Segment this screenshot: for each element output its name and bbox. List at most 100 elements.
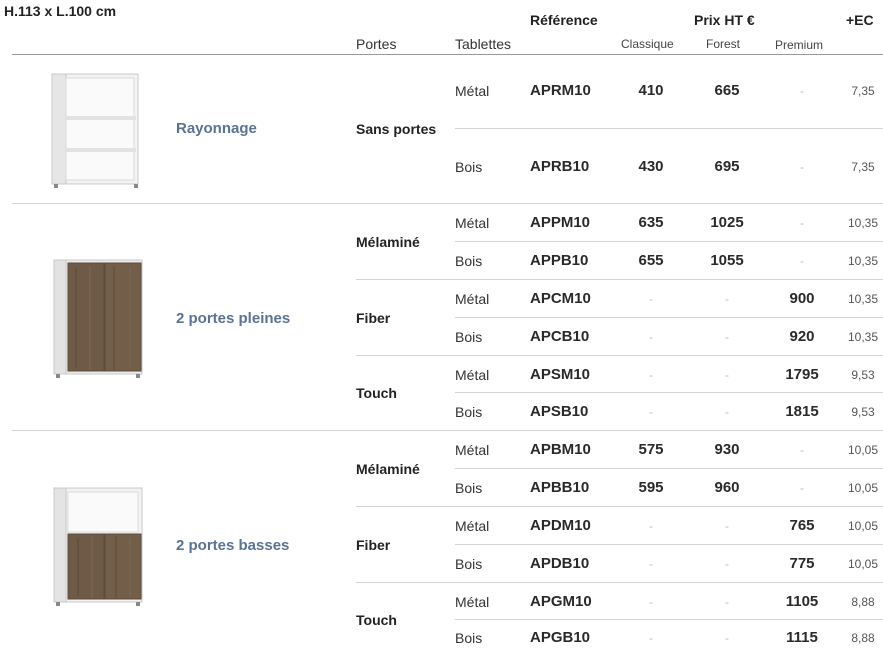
door-type: Mélaminé [356, 234, 420, 250]
shelf-type: Métal [455, 291, 490, 307]
row-divider [356, 279, 883, 280]
two-low-doors-cabinet-image [53, 487, 143, 606]
product-name: Rayonnage [176, 120, 257, 137]
ec-value: 8,88 [851, 595, 875, 609]
reference-code: APSM10 [530, 366, 591, 383]
row-divider [455, 241, 883, 242]
reference-code: APBB10 [530, 479, 590, 496]
shelf-type: Métal [455, 83, 490, 99]
reference-code: APCB10 [530, 328, 590, 345]
row-divider [455, 544, 883, 545]
price-premium: 1115 [786, 629, 818, 646]
open-shelf-cabinet-image [51, 73, 139, 188]
price-premium: - [800, 481, 804, 495]
product-name: 2 portes basses [176, 537, 290, 554]
price-forest: 930 [714, 441, 740, 458]
ec-value: 8,88 [851, 631, 875, 645]
price-forest: - [725, 519, 729, 533]
price-premium: 920 [789, 328, 815, 345]
row-divider [455, 392, 883, 393]
shelf-type: Bois [455, 329, 483, 345]
ec-value: 9,53 [851, 405, 875, 419]
row-divider [455, 468, 883, 469]
forest-header: Forest [706, 37, 741, 51]
row-divider [356, 506, 883, 507]
reference-code: APDM10 [530, 517, 591, 534]
price-forest: - [725, 292, 729, 306]
shelf-type: Bois [455, 404, 483, 420]
ec-value: 10,35 [847, 292, 879, 306]
shelf-type: Bois [455, 253, 483, 269]
reference-code: APPB10 [530, 252, 589, 269]
row-divider [455, 619, 883, 620]
shelf-type: Bois [455, 556, 483, 572]
classique-header: Classique [621, 37, 674, 51]
price-classique: 410 [638, 82, 664, 99]
row-divider [455, 128, 883, 129]
price-premium: 1795 [785, 366, 819, 383]
price-premium: 765 [789, 517, 815, 534]
group-divider [12, 203, 883, 204]
reference-code: APGB10 [530, 629, 591, 646]
price-classique: - [649, 292, 653, 306]
price-classique: - [649, 557, 653, 571]
price-forest: 1025 [710, 214, 744, 231]
door-type: Sans portes [356, 121, 437, 137]
price-forest: - [725, 631, 729, 645]
shelf-type: Métal [455, 367, 490, 383]
reference-code: APRM10 [530, 82, 591, 99]
ec-value: 7,35 [851, 84, 875, 98]
price-classique: - [649, 519, 653, 533]
ec-value: 10,35 [847, 216, 879, 230]
shelf-type: Bois [455, 159, 483, 175]
door-type: Fiber [356, 310, 391, 326]
price-classique: - [649, 631, 653, 645]
price-premium: - [800, 443, 804, 457]
shelf-type: Métal [455, 442, 490, 458]
price-classique: - [649, 405, 653, 419]
reference-code: APBM10 [530, 441, 591, 458]
price-premium: - [800, 160, 804, 174]
price-classique: 595 [638, 479, 664, 496]
row-divider [356, 582, 883, 583]
ec-value: 10,05 [847, 557, 879, 571]
doors-header: Portes [356, 36, 397, 52]
price-premium: 900 [789, 290, 815, 307]
price-forest: - [725, 330, 729, 344]
price-classique: - [649, 595, 653, 609]
reference-code: APGM10 [530, 593, 592, 610]
product-name: 2 portes pleines [176, 310, 291, 327]
price-premium: - [800, 84, 804, 98]
price-premium: - [800, 254, 804, 268]
price-premium: 775 [789, 555, 815, 572]
ec-value: 10,35 [847, 254, 879, 268]
price-classique: 430 [638, 158, 664, 175]
price-forest: - [725, 595, 729, 609]
shelf-type: Métal [455, 518, 490, 534]
shelves-header: Tablettes [455, 36, 512, 52]
price-classique: - [649, 330, 653, 344]
shelf-type: Métal [455, 594, 490, 610]
ec-header: +EC [846, 12, 874, 28]
price-forest: 1055 [710, 252, 744, 269]
price-premium: - [800, 216, 804, 230]
reference-code: APDB10 [530, 555, 590, 572]
shelf-type: Métal [455, 215, 490, 231]
premium-header: Premium [775, 38, 824, 52]
row-divider [455, 317, 883, 318]
price-classique: 655 [638, 252, 664, 269]
door-type: Touch [356, 385, 397, 401]
price-premium: 1105 [785, 593, 819, 610]
price-forest: - [725, 368, 729, 382]
price-forest: 695 [714, 158, 740, 175]
price-forest: 665 [714, 82, 740, 99]
ec-value: 10,05 [847, 519, 879, 533]
reference-header: Référence [530, 12, 598, 28]
price-forest: 960 [714, 479, 740, 496]
reference-code: APPM10 [530, 214, 591, 231]
price-classique: 635 [638, 214, 664, 231]
dimensions-title: H.113 x L.100 cm [4, 3, 117, 19]
reference-code: APRB10 [530, 158, 590, 175]
price-premium: 1815 [785, 403, 819, 420]
shelf-type: Bois [455, 480, 483, 496]
